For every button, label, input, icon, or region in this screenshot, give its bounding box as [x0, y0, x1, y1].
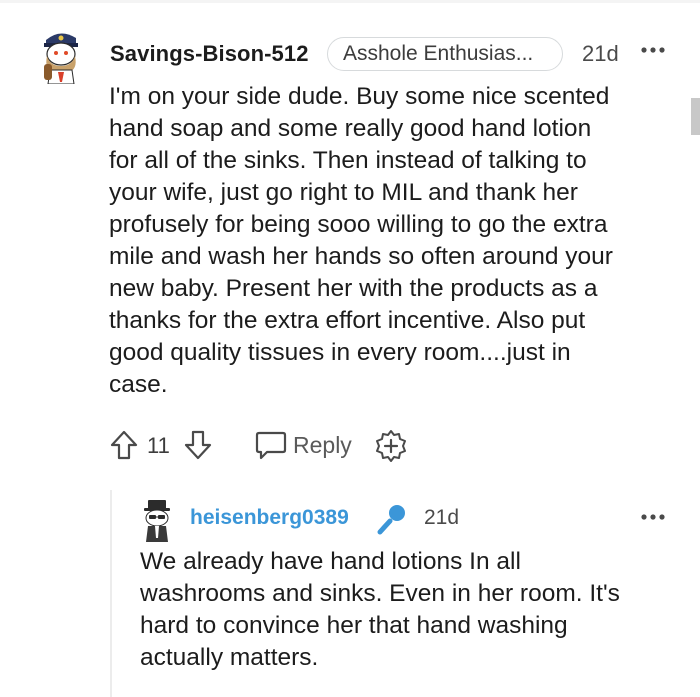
reply-button[interactable]: Reply — [293, 432, 352, 459]
reply-body: We already have hand lotions In all wash… — [140, 546, 685, 674]
comment-timestamp: 21d — [582, 41, 619, 66]
award-icon[interactable] — [374, 429, 408, 463]
comment-line: mile and wash her hands so often around … — [109, 243, 613, 270]
reply-line: washrooms and sinks. Even in her room. I… — [140, 580, 620, 607]
reply-line: hard to convince her that hand washing — [140, 612, 568, 639]
reply-line: We already have hand lotions In all — [140, 548, 521, 575]
comment-line: for all of the sinks. Then instead of ta… — [109, 147, 587, 174]
comment-line: case. — [109, 371, 168, 398]
downvote-icon[interactable] — [183, 429, 213, 461]
thread-line[interactable] — [110, 490, 112, 697]
microphone-op-icon — [377, 505, 405, 535]
user-avatar[interactable] — [36, 26, 84, 84]
reply-timestamp: 21d — [424, 506, 460, 529]
comment-author[interactable]: Savings-Bison-512 — [110, 41, 309, 67]
reply-line: actually matters. — [140, 644, 319, 671]
vote-score: 11 — [147, 433, 170, 458]
comment-thread: Savings-Bison-512 Asshole Enthusias... 2… — [0, 0, 700, 697]
comment-line: new baby. Present her with the products … — [109, 275, 598, 302]
scrollbar-thumb[interactable] — [691, 98, 700, 135]
reply-avatar[interactable] — [139, 498, 175, 542]
more-options-icon[interactable] — [640, 40, 666, 60]
reply-more-options-icon[interactable] — [640, 507, 666, 527]
comment-line: profusely for being sooo willing to go t… — [109, 211, 608, 238]
comment-body: I'm on your side dude. Buy some nice sce… — [109, 81, 679, 401]
user-flair: Asshole Enthusias... — [327, 37, 563, 71]
reply-author[interactable]: heisenberg0389 — [190, 506, 349, 530]
comment-line: hand soap and some really good hand loti… — [109, 115, 592, 142]
upvote-icon[interactable] — [109, 429, 139, 461]
comment-line: I'm on your side dude. Buy some nice sce… — [109, 83, 610, 110]
comment-line: good quality tissues in every room....ju… — [109, 339, 571, 366]
reply-icon[interactable] — [254, 430, 288, 460]
comment-line: your wife, just go right to MIL and than… — [109, 179, 578, 206]
comment-line: thanks for the extra effort incentive. A… — [109, 307, 586, 334]
